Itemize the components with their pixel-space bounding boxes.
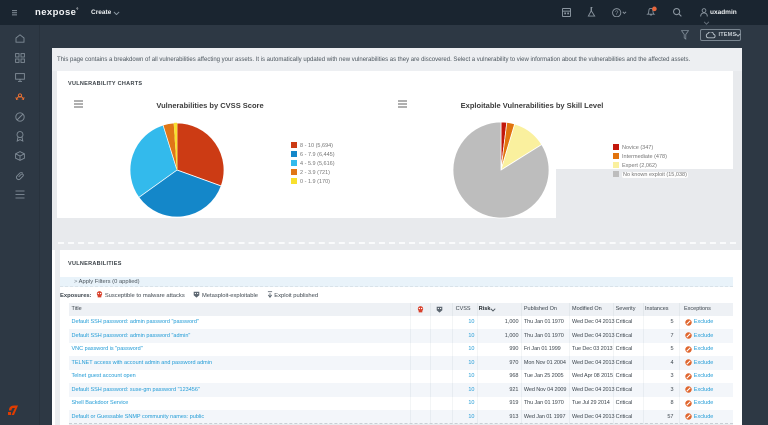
svg-text:?: ? <box>615 9 619 16</box>
